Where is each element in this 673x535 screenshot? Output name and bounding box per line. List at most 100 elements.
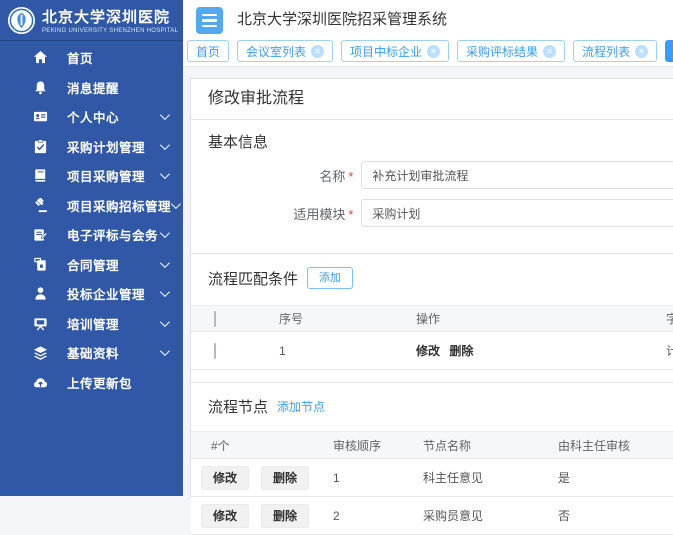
- select-all-checkbox[interactable]: [214, 311, 216, 327]
- sidebar-item-procurement-plan[interactable]: 采购计划管理: [0, 132, 183, 162]
- sidebar-item-label: 项目采购招标管理: [67, 196, 171, 215]
- sidebar-item-home[interactable]: 首页: [0, 43, 183, 73]
- tab-label: 项目中标企业: [350, 43, 422, 60]
- cell-dept-head: 是: [558, 469, 673, 486]
- sidebar-item-upload-package[interactable]: 上传更新包: [0, 368, 183, 398]
- chevron-down-icon: [160, 317, 170, 327]
- sidebar-item-basic-data[interactable]: 基础资料: [0, 338, 183, 368]
- sidebar: 北京大学深圳医院 PEKING UNIVERSITY SHENZHEN HOSP…: [0, 0, 183, 496]
- edit-link[interactable]: 修改: [416, 344, 440, 358]
- delete-link[interactable]: 删除: [449, 344, 473, 358]
- sidebar-item-label: 采购计划管理: [67, 137, 160, 156]
- sidebar-item-e-evaluation[interactable]: 电子评标与会务: [0, 220, 183, 250]
- page-title: 修改审批流程: [191, 79, 673, 119]
- add-node-link[interactable]: 添加节点: [277, 398, 325, 415]
- cell-partial: 计: [666, 342, 673, 359]
- required-mark: *: [348, 207, 353, 222]
- sidebar-item-bidding-management[interactable]: 项目采购招标管理: [0, 191, 183, 221]
- cell-seq: 1: [279, 344, 416, 358]
- content-card: 修改审批流程 基本信息 名称* 适用模块* 流程匹配条件 添加 序号 操作: [190, 78, 673, 498]
- close-icon[interactable]: ✕: [543, 45, 556, 58]
- home-icon: [33, 50, 48, 65]
- app-title: 北京大学深圳医院招采管理系统: [237, 0, 447, 40]
- layers-icon: [33, 345, 48, 360]
- tab-process-list[interactable]: 流程列表 ✕: [573, 40, 657, 62]
- required-mark: *: [348, 169, 353, 184]
- match-conditions-title: 流程匹配条件: [208, 268, 298, 289]
- delete-button[interactable]: 删除: [261, 504, 309, 528]
- name-input[interactable]: [361, 161, 673, 189]
- edit-document-icon: [33, 227, 48, 242]
- column-header-index: #个: [191, 437, 333, 454]
- basic-info-title: 基本信息: [208, 131, 673, 152]
- column-header-node-name: 节点名称: [423, 437, 558, 454]
- sidebar-item-personal-center[interactable]: 个人中心: [0, 102, 183, 132]
- row-checkbox[interactable]: [214, 343, 216, 359]
- sidebar-item-messages[interactable]: 消息提醒: [0, 73, 183, 103]
- hospital-subtitle: PEKING UNIVERSITY SHENZHEN HOSPITAL: [42, 28, 178, 34]
- column-header-partial: 字: [666, 310, 673, 327]
- cell-order: 1: [333, 471, 423, 485]
- process-nodes-table: #个 审核顺序 节点名称 由科主任审核 修改 删除 1 科主任意见 是 修改 删…: [191, 431, 673, 535]
- edit-button[interactable]: 修改: [201, 466, 249, 490]
- hamburger-menu-button[interactable]: [196, 7, 223, 34]
- table-row: 修改 删除 1 科主任意见 是: [191, 459, 673, 497]
- tab-home[interactable]: 首页: [187, 40, 229, 62]
- column-header-action: 操作: [416, 310, 666, 327]
- basic-info-section: 基本信息 名称* 适用模块*: [191, 120, 673, 253]
- table-row: 修改 删除 2 采购员意见 否: [191, 497, 673, 535]
- tab-label: 首页: [196, 43, 220, 60]
- id-card-icon: [33, 109, 48, 124]
- delete-button[interactable]: 删除: [261, 466, 309, 490]
- tab-process-active[interactable]: 流程 ✕: [665, 40, 673, 62]
- tab-label: 会议室列表: [246, 43, 306, 60]
- chevron-down-icon: [160, 140, 170, 150]
- chevron-down-icon: [171, 199, 181, 209]
- chevron-down-icon: [160, 228, 170, 238]
- sidebar-item-contract-management[interactable]: 合同管理: [0, 250, 183, 280]
- applicable-module-input[interactable]: [361, 199, 673, 227]
- sidebar-item-label: 基础资料: [67, 343, 160, 362]
- match-conditions-table: 序号 操作 字 1 修改 删除 计: [191, 305, 673, 370]
- top-header: 北京大学深圳医院招采管理系统: [183, 0, 673, 40]
- bell-icon: [33, 80, 48, 95]
- clipboard-check-icon: [33, 139, 48, 154]
- book-icon: [33, 168, 48, 183]
- sidebar-item-label: 上传更新包: [67, 373, 167, 392]
- close-icon[interactable]: ✕: [311, 45, 324, 58]
- process-nodes-section: 流程节点 添加节点 #个 审核顺序 节点名称 由科主任审核 修改 删除 1 科主…: [191, 383, 673, 535]
- sidebar-item-label: 项目采购管理: [67, 166, 160, 185]
- sidebar-item-label: 合同管理: [67, 255, 160, 274]
- name-field-label: 名称*: [208, 166, 353, 185]
- cell-node-name: 采购员意见: [423, 507, 558, 524]
- presentation-icon: [33, 316, 48, 331]
- add-condition-button[interactable]: 添加: [307, 267, 353, 289]
- chevron-down-icon: [160, 346, 170, 356]
- open-tabs-bar: 首页 会议室列表 ✕ 项目中标企业 ✕ 采购评标结果 ✕ 流程列表 ✕ 流程 ✕: [183, 40, 673, 67]
- cell-dept-head: 否: [558, 507, 673, 524]
- sidebar-item-project-procurement[interactable]: 项目采购管理: [0, 161, 183, 191]
- tab-evaluation-results[interactable]: 采购评标结果 ✕: [457, 40, 565, 62]
- close-icon[interactable]: ✕: [635, 45, 648, 58]
- hospital-logo-area: 北京大学深圳医院 PEKING UNIVERSITY SHENZHEN HOSP…: [0, 0, 183, 41]
- sidebar-item-label: 电子评标与会务: [67, 225, 160, 244]
- chevron-down-icon: [160, 258, 170, 268]
- sidebar-item-label: 个人中心: [67, 107, 160, 126]
- chevron-down-icon: [160, 287, 170, 297]
- gavel-icon: [33, 198, 48, 213]
- tab-meeting-room-list[interactable]: 会议室列表 ✕: [237, 40, 333, 62]
- column-header-order: 审核顺序: [333, 437, 423, 454]
- column-header-dept-head-review: 由科主任审核: [558, 437, 673, 454]
- sidebar-item-training-management[interactable]: 培训管理: [0, 309, 183, 339]
- close-icon[interactable]: ✕: [427, 45, 440, 58]
- cell-order: 2: [333, 509, 423, 523]
- match-conditions-section: 流程匹配条件 添加 序号 操作 字 1 修改 删除 计: [191, 254, 673, 382]
- edit-button[interactable]: 修改: [201, 504, 249, 528]
- sidebar-item-bidder-enterprise[interactable]: 投标企业管理: [0, 279, 183, 309]
- tab-winning-enterprises[interactable]: 项目中标企业 ✕: [341, 40, 449, 62]
- tab-label: 采购评标结果: [466, 43, 538, 60]
- sidebar-item-label: 投标企业管理: [67, 284, 160, 303]
- module-field-label: 适用模块*: [208, 204, 353, 223]
- sidebar-item-label: 培训管理: [67, 314, 160, 333]
- hospital-name: 北京大学深圳医院: [42, 6, 178, 27]
